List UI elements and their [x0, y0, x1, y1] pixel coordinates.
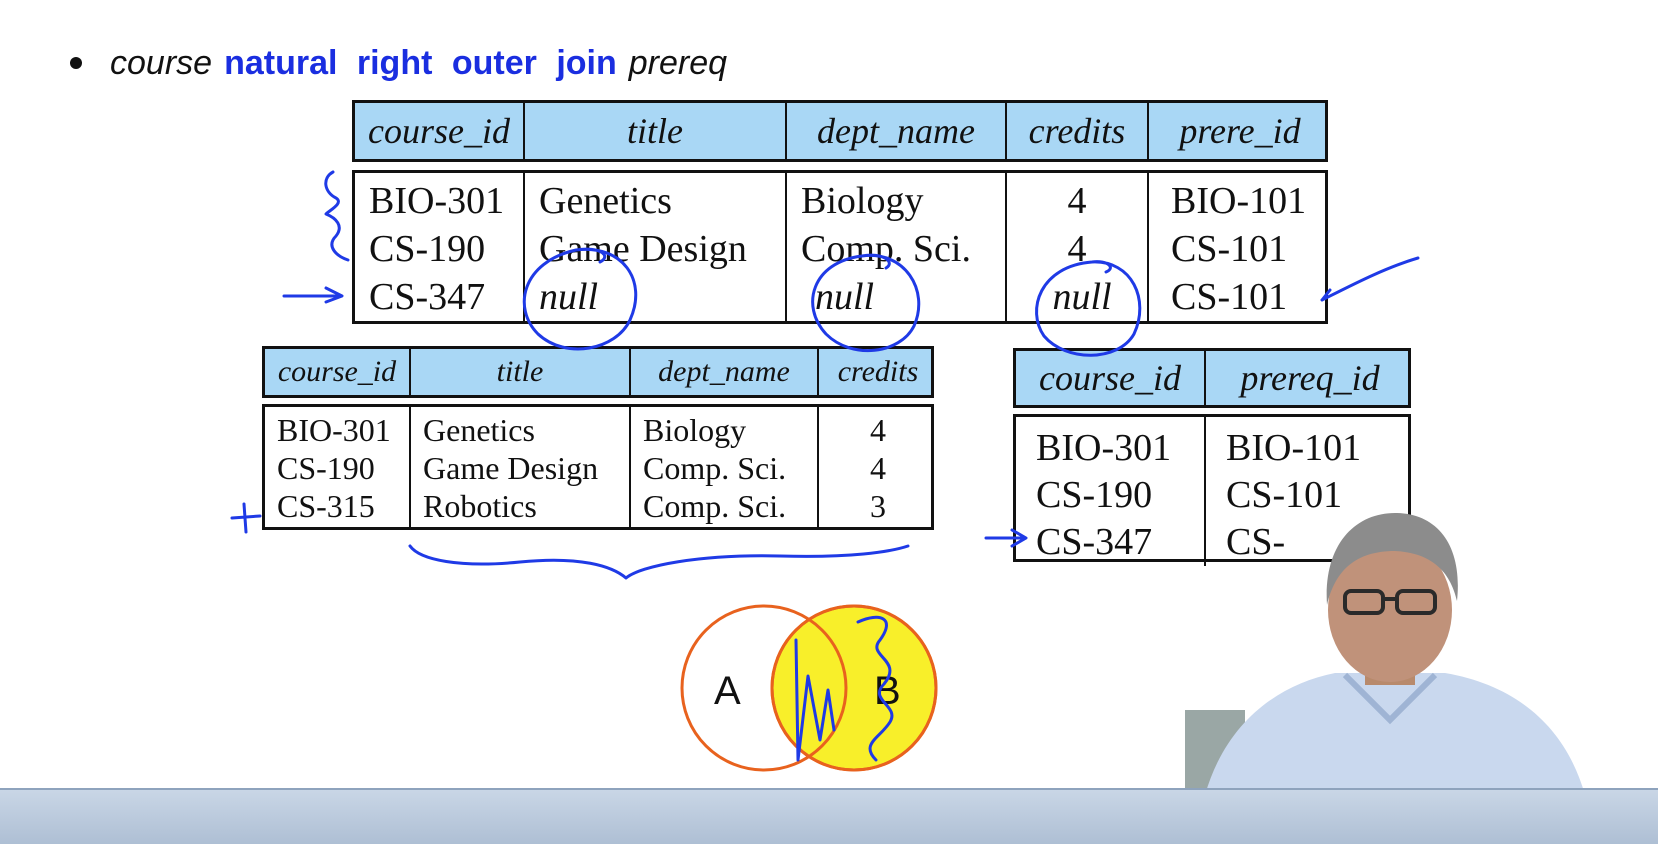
table-cell: Genetics [423, 412, 535, 448]
slide-heading: course natural right outer join prereq [70, 38, 727, 88]
table-cell: CS-190 [277, 450, 375, 486]
null-cell: null [815, 276, 875, 318]
table-cell: Comp. Sci. [801, 228, 971, 270]
column-course-id: BIO-301 CS-190 CS-315 [265, 407, 411, 527]
header-title: title [525, 103, 787, 159]
join-keywords: natural right outer join [224, 44, 617, 83]
table-cell: Biology [643, 412, 747, 448]
table-cell: BIO-101 [1226, 427, 1362, 469]
column-course-id: BIO-301 CS-190 CS-347 [355, 173, 525, 321]
header-credits: credits [1007, 103, 1149, 159]
column-title: Genetics Game Design Robotics [411, 407, 631, 527]
column-title: Genetics Game Design null [525, 173, 787, 321]
table-cell: Game Design [539, 228, 747, 270]
table-cell: CS-347 [369, 276, 486, 318]
header-title: title [411, 349, 631, 395]
result-table: course_id title dept_name credits prere_… [352, 100, 1328, 324]
underbrace-mark [408, 544, 910, 580]
table-cell: Genetics [539, 180, 672, 222]
column-dept-name: Biology Comp. Sci. null [787, 173, 1007, 321]
table-cell: BIO-301 [1036, 427, 1172, 469]
presenter-shirt [1205, 673, 1585, 795]
keyword-outer: outer [451, 43, 537, 82]
table-cell: 4 [1067, 228, 1087, 270]
brace-mark [324, 170, 350, 262]
table-cell: BIO-301 [277, 412, 391, 448]
header-course-id: course_id [265, 349, 411, 395]
venn-label-b: B [874, 669, 901, 713]
column-credits: 4 4 null [1007, 173, 1149, 321]
table-cell: Comp. Sci. [643, 450, 787, 486]
table-cell: CS-190 [369, 228, 486, 270]
table-cell: 4 [1067, 180, 1087, 222]
bullet-icon [70, 57, 82, 69]
column-course-id: BIO-301 CS-190 CS-347 [1016, 417, 1206, 566]
table-cell: BIO-101 [1171, 180, 1307, 222]
table-cell: Comp. Sci. [643, 488, 787, 524]
course-table-body: BIO-301 CS-190 CS-315 Genetics Game Desi… [262, 404, 934, 530]
table-cell: 4 [870, 450, 886, 486]
column-dept-name: Biology Comp. Sci. Comp. Sci. [631, 407, 819, 527]
header-course-id: course_id [1016, 351, 1206, 405]
course-table-header: course_id title dept_name credits [262, 346, 934, 398]
result-table-header: course_id title dept_name credits prere_… [352, 100, 1328, 162]
table-cell: CS-315 [277, 488, 375, 524]
presenter-video [1185, 513, 1585, 795]
table-cell: CS-190 [1036, 474, 1153, 516]
column-credits: 4 4 3 [819, 407, 937, 527]
header-prereq-id: prereq_id [1240, 358, 1380, 398]
table-cell: Robotics [423, 488, 537, 524]
keyword-right: right [356, 43, 433, 82]
table-cell: CS-347 [1036, 521, 1153, 563]
keyword-join: join [556, 43, 617, 82]
null-cell: null [539, 276, 599, 318]
column-prere-id: BIO-101 CS-101 CS-101 [1149, 173, 1331, 321]
prereq-table-header: course_id prereq_id [1013, 348, 1411, 408]
course-table: course_id title dept_name credits BIO-30… [262, 346, 934, 530]
keyword-natural: natural [224, 43, 338, 82]
table-cell: Biology [801, 180, 924, 222]
taskbar [0, 788, 1658, 844]
venn-label-a: A [714, 669, 741, 713]
arrow-mark [282, 286, 344, 304]
plus-mark [230, 502, 262, 534]
result-table-body: BIO-301 CS-190 CS-347 Genetics Game Desi… [352, 170, 1328, 324]
table-cell: Game Design [423, 450, 599, 486]
header-course-id: course_id [355, 103, 525, 159]
left-relation-name: course [110, 43, 213, 82]
venn-diagram: A B [680, 604, 938, 772]
null-cell: null [1052, 276, 1112, 318]
header-prere-id: prere_id [1179, 111, 1301, 151]
table-cell: CS-101 [1171, 228, 1288, 270]
check-mark [1320, 256, 1420, 302]
header-dept-name: dept_name [787, 103, 1007, 159]
table-cell: CS-101 [1171, 276, 1288, 318]
right-relation-name: prereq [628, 43, 728, 82]
header-dept-name: dept_name [631, 349, 819, 395]
header-credits: credits [837, 355, 919, 388]
table-cell: BIO-301 [369, 180, 505, 222]
table-cell: 4 [870, 412, 886, 448]
table-cell: 3 [870, 488, 886, 524]
